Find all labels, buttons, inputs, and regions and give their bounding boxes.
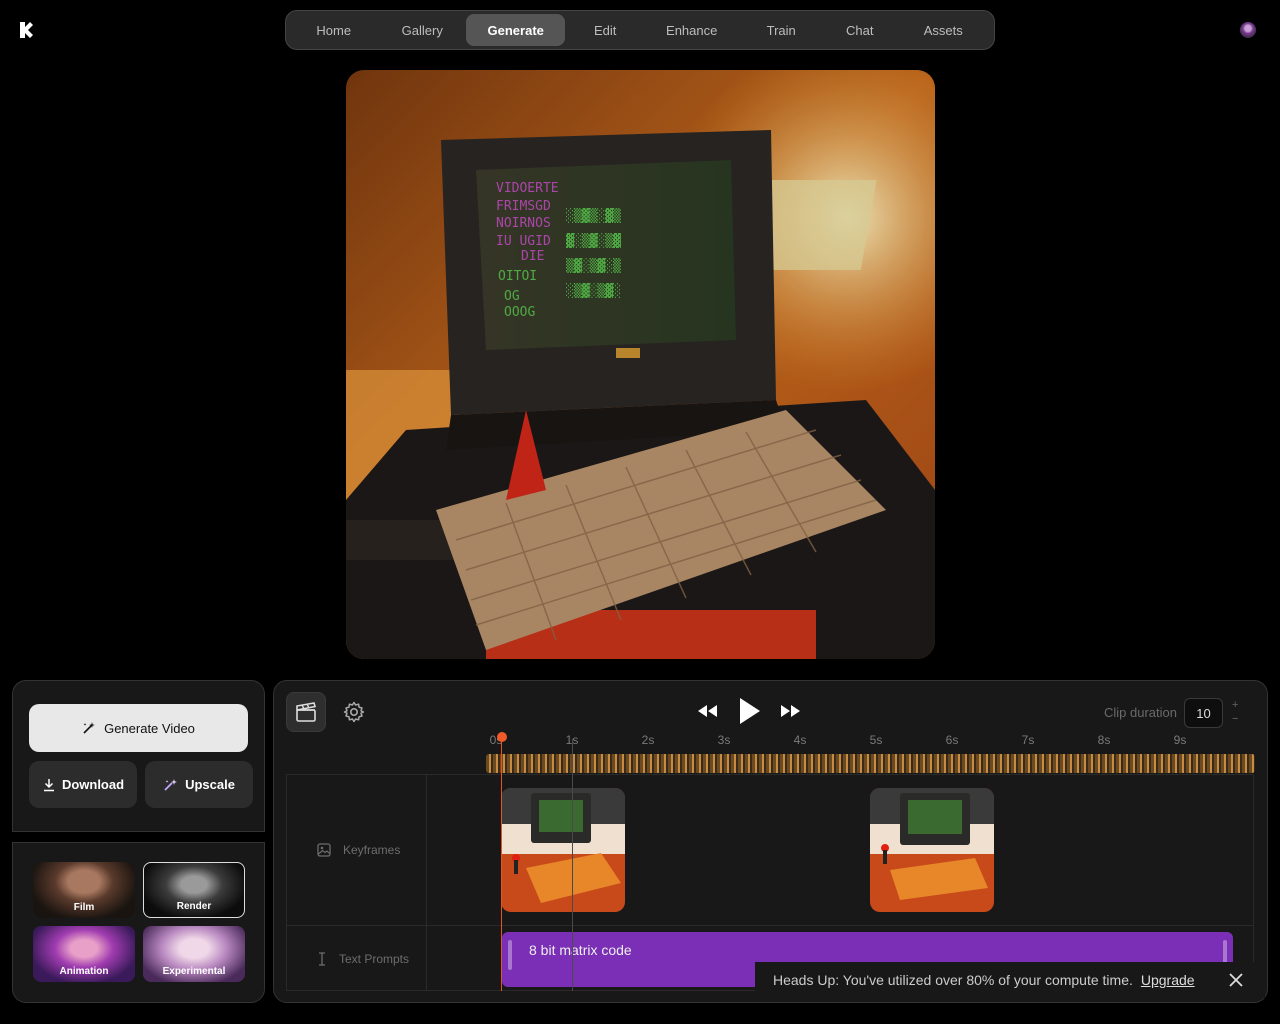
upscale-button[interactable]: Upscale bbox=[145, 761, 253, 808]
close-icon[interactable] bbox=[1227, 971, 1245, 989]
keyframe-1[interactable] bbox=[501, 788, 625, 912]
magic-wand-icon bbox=[83, 722, 96, 734]
compute-warning-toast: Heads Up: You've utilized over 80% of yo… bbox=[755, 962, 1265, 998]
track-rows: Keyframes Text Prompts 8 bit matrix code bbox=[286, 774, 1254, 991]
text-prompts-track-label: Text Prompts bbox=[287, 925, 427, 992]
clip-mode-button[interactable] bbox=[286, 692, 326, 732]
tab-assets[interactable]: Assets bbox=[896, 14, 991, 46]
tab-edit[interactable]: Edit bbox=[565, 14, 645, 46]
style-film[interactable]: Film bbox=[33, 862, 135, 918]
action-panel: Generate Video Download Upscale bbox=[12, 680, 265, 832]
tick-9s: 9s bbox=[1173, 733, 1187, 747]
tick-3s: 3s bbox=[717, 733, 731, 747]
tab-chat[interactable]: Chat bbox=[824, 14, 896, 46]
fast-forward-icon[interactable] bbox=[779, 703, 803, 719]
track-divider bbox=[287, 925, 1253, 926]
tab-train[interactable]: Train bbox=[738, 14, 824, 46]
playhead[interactable] bbox=[501, 739, 502, 991]
gear-icon bbox=[343, 701, 365, 723]
style-render-label: Render bbox=[176, 901, 212, 912]
main-nav: Home Gallery Generate Edit Enhance Train… bbox=[285, 10, 995, 50]
download-button[interactable]: Download bbox=[29, 761, 137, 808]
tab-enhance[interactable]: Enhance bbox=[645, 14, 738, 46]
keyframes-label: Keyframes bbox=[343, 843, 401, 857]
tick-6s: 6s bbox=[945, 733, 959, 747]
clapperboard-icon bbox=[296, 702, 317, 722]
toast-message: Heads Up: You've utilized over 80% of yo… bbox=[773, 972, 1133, 988]
style-film-label: Film bbox=[73, 902, 95, 913]
sparkle-wand-icon bbox=[164, 778, 178, 791]
style-experimental[interactable]: Experimental bbox=[143, 926, 245, 982]
playhead-handle[interactable] bbox=[497, 732, 507, 742]
upscale-label: Upscale bbox=[185, 777, 235, 792]
clip-duration-decrement[interactable]: − bbox=[1232, 713, 1238, 725]
rewind-icon[interactable] bbox=[695, 703, 719, 719]
style-presets-panel: Film Render Animation Experimental bbox=[12, 842, 265, 1003]
text-cursor-icon bbox=[319, 951, 325, 966]
style-animation-label: Animation bbox=[59, 966, 109, 977]
text-prompts-label: Text Prompts bbox=[339, 951, 410, 966]
generate-video-label: Generate Video bbox=[104, 720, 195, 736]
time-gridline bbox=[572, 739, 573, 991]
tick-4s: 4s bbox=[793, 733, 807, 747]
frame-strip[interactable] bbox=[486, 754, 1255, 773]
style-render[interactable]: Render bbox=[143, 862, 245, 918]
generate-video-button[interactable]: Generate Video bbox=[29, 704, 248, 752]
keyframes-track-label: Keyframes bbox=[287, 775, 427, 925]
tick-7s: 7s bbox=[1021, 733, 1035, 747]
tab-home[interactable]: Home bbox=[289, 14, 378, 46]
upgrade-link[interactable]: Upgrade bbox=[1141, 972, 1195, 988]
clip-duration-label: Clip duration bbox=[1104, 705, 1177, 720]
clip-duration-increment[interactable]: + bbox=[1232, 699, 1238, 711]
download-label: Download bbox=[61, 777, 125, 792]
transport-controls bbox=[694, 697, 804, 725]
app-logo-icon[interactable] bbox=[17, 20, 35, 40]
video-preview: VIDOERTE FRIMSGD NOIRNOS IU UGID DIE OIT… bbox=[346, 70, 935, 659]
tab-generate[interactable]: Generate bbox=[465, 14, 566, 46]
style-experimental-label: Experimental bbox=[162, 966, 226, 977]
user-avatar[interactable] bbox=[1240, 22, 1256, 38]
download-icon bbox=[43, 778, 54, 791]
prompt-text: 8 bit matrix code bbox=[529, 942, 632, 958]
tab-gallery[interactable]: Gallery bbox=[378, 14, 466, 46]
play-icon[interactable] bbox=[737, 697, 761, 725]
prompt-start-handle[interactable] bbox=[508, 940, 512, 970]
tick-2s: 2s bbox=[641, 733, 655, 747]
tick-5s: 5s bbox=[869, 733, 883, 747]
image-icon bbox=[317, 843, 331, 857]
settings-button[interactable] bbox=[334, 692, 374, 732]
tick-8s: 8s bbox=[1097, 733, 1111, 747]
style-animation[interactable]: Animation bbox=[33, 926, 135, 982]
timeline-panel: Clip duration 10 + − 0s 1s 2s 3s 4s 5s 6… bbox=[273, 680, 1268, 1003]
keyframe-2[interactable] bbox=[870, 788, 994, 912]
clip-duration-input[interactable]: 10 bbox=[1184, 698, 1223, 728]
